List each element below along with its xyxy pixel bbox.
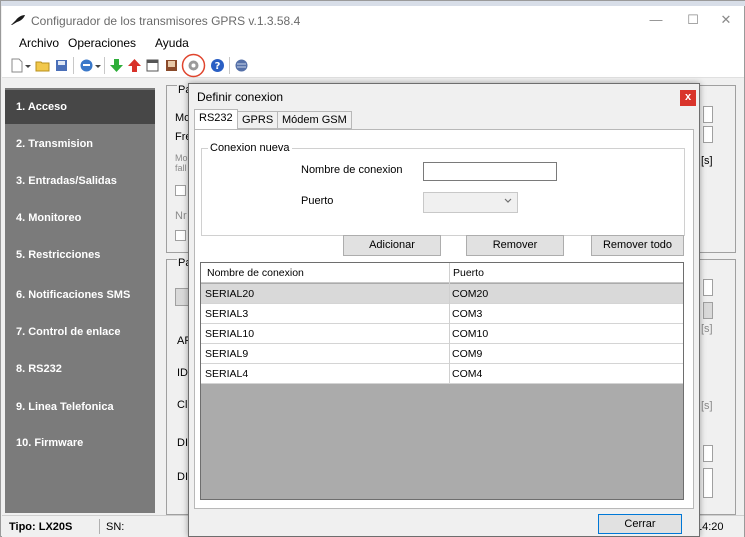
svg-text:?: ? xyxy=(215,61,221,72)
label-fragment-di1: DI xyxy=(177,437,188,449)
sidebar-item-entradas-salidas[interactable]: 3. Entradas/Salidas xyxy=(5,164,155,198)
tab-modem-gsm[interactable]: Módem GSM xyxy=(277,111,352,129)
table-row[interactable]: SERIAL9 COM9 xyxy=(201,344,683,364)
toolbar-separator-3 xyxy=(229,57,230,74)
table-cell-name: SERIAL3 xyxy=(205,308,249,320)
toolbar-separator-2 xyxy=(104,57,105,74)
port-label: Puerto xyxy=(301,195,334,207)
save-icon[interactable] xyxy=(54,58,69,73)
tab-gprs[interactable]: GPRS xyxy=(237,111,279,129)
sidebar-item-restricciones[interactable]: 5. Restricciones xyxy=(5,238,155,272)
serial-number: SN: xyxy=(106,521,125,533)
table-row[interactable]: SERIAL20 COM20 xyxy=(201,284,683,304)
menu-ayuda[interactable]: Ayuda xyxy=(155,36,189,50)
close-window-button[interactable]: ✕ xyxy=(710,10,742,30)
maximize-button[interactable]: ☐ xyxy=(677,10,709,30)
new-connection-group: Conexion nueva Nombre de conexion Puerto xyxy=(201,142,685,236)
bg-input-fragment-1[interactable] xyxy=(703,106,713,123)
window-title: Configurador de los transmisores GPRS v.… xyxy=(31,14,301,28)
table-cell-port: COM10 xyxy=(452,328,489,340)
bg-input-fragment-3[interactable] xyxy=(703,279,713,296)
column-header-port[interactable]: Puerto xyxy=(453,267,484,279)
connect-icon[interactable] xyxy=(79,58,94,73)
definir-conexion-dialog: Definir conexion x RS232 GPRS Módem GSM … xyxy=(188,83,700,537)
download-arrow-icon[interactable] xyxy=(109,58,124,73)
help-icon[interactable]: ? xyxy=(210,58,225,73)
table-cell-port: COM9 xyxy=(452,348,483,360)
label-fragment-di2: DI xyxy=(177,471,188,483)
device-type: Tipo: LX20S xyxy=(9,521,73,533)
group-title: Conexion nueva xyxy=(208,142,292,154)
label-fragment-fall: fall xyxy=(175,163,187,173)
sidebar-item-control-enlace[interactable]: 7. Control de enlace xyxy=(5,315,155,349)
bg-input-fragment-6[interactable] xyxy=(703,468,713,498)
unit-seconds-1: [s] xyxy=(701,155,713,167)
tab-panel-rs232: Conexion nueva Nombre de conexion Puerto… xyxy=(194,129,694,509)
new-file-icon[interactable] xyxy=(9,58,24,73)
table-header: Nombre de conexion Puerto xyxy=(201,263,683,283)
checkbox-bg-1[interactable] xyxy=(175,185,186,196)
connection-name-input[interactable] xyxy=(423,162,557,181)
status-time: 14:20 xyxy=(696,521,724,533)
dialog-title: Definir conexion xyxy=(197,90,284,104)
remove-button[interactable]: Remover xyxy=(466,235,564,256)
sidebar-item-rs232[interactable]: 8. RS232 xyxy=(5,352,155,386)
table-cell-port: COM4 xyxy=(452,368,483,380)
menu-operaciones[interactable]: Operaciones xyxy=(68,36,136,50)
toolbar: ? xyxy=(2,53,744,78)
sidebar-item-transmision[interactable]: 2. Transmision xyxy=(5,127,155,161)
dialog-close-button[interactable]: x xyxy=(680,90,696,106)
sidebar-item-linea-telefonica[interactable]: 9. Linea Telefonica xyxy=(5,390,155,424)
checkbox-bg-2[interactable] xyxy=(175,230,186,241)
sidebar: 1. Acceso 2. Transmision 3. Entradas/Sal… xyxy=(5,88,155,513)
feather-icon xyxy=(11,15,25,25)
port-select[interactable] xyxy=(423,192,518,213)
table-row[interactable]: SERIAL3 COM3 xyxy=(201,304,683,324)
minimize-button[interactable]: — xyxy=(640,10,672,30)
book-icon[interactable] xyxy=(164,58,179,73)
table-cell-port: COM3 xyxy=(452,308,483,320)
table-cell-name: SERIAL4 xyxy=(205,368,249,380)
sidebar-item-monitoreo[interactable]: 4. Monitoreo xyxy=(5,201,155,235)
chevron-down-icon xyxy=(504,198,512,203)
table-row[interactable]: SERIAL10 COM10 xyxy=(201,324,683,344)
menu-archivo[interactable]: Archivo xyxy=(19,36,59,50)
table-cell-port: COM20 xyxy=(452,288,489,300)
menu-bar: Archivo Operaciones Ayuda xyxy=(2,34,744,53)
remove-all-button[interactable]: Remover todo xyxy=(591,235,684,256)
column-divider xyxy=(449,263,450,383)
toolbar-separator xyxy=(73,57,74,74)
status-separator xyxy=(99,519,100,534)
bg-input-fragment-5[interactable] xyxy=(703,445,713,462)
upload-arrow-icon[interactable] xyxy=(127,58,142,73)
bg-input-fragment-4[interactable] xyxy=(703,302,713,319)
title-bar: Configurador de los transmisores GPRS v.… xyxy=(2,6,744,34)
table-row[interactable]: SERIAL4 COM4 xyxy=(201,364,683,384)
name-label: Nombre de conexion xyxy=(301,164,403,176)
label-fragment-mo2: Mo xyxy=(175,153,188,163)
dropdown-arrow-icon[interactable] xyxy=(24,58,32,73)
add-button[interactable]: Adicionar xyxy=(343,235,441,256)
label-fragment-id: ID xyxy=(177,367,188,379)
sidebar-item-notificaciones-sms[interactable]: 6. Notificaciones SMS xyxy=(5,278,155,312)
unit-seconds-2: [s] xyxy=(701,323,713,335)
tab-rs232[interactable]: RS232 xyxy=(194,109,238,130)
table-cell-name: SERIAL9 xyxy=(205,348,249,360)
label-fragment-nr: Nr xyxy=(175,210,187,222)
open-folder-icon[interactable] xyxy=(35,58,50,73)
cerrar-button[interactable]: Cerrar xyxy=(598,514,682,534)
column-header-name[interactable]: Nombre de conexion xyxy=(207,267,304,279)
table-cell-name: SERIAL10 xyxy=(205,328,255,340)
connections-table: Nombre de conexion Puerto SERIAL20 COM20… xyxy=(200,262,684,500)
dropdown-arrow-icon-2[interactable] xyxy=(94,58,102,73)
sidebar-item-acceso[interactable]: 1. Acceso xyxy=(5,90,155,124)
unit-seconds-3: [s] xyxy=(701,400,713,412)
globe-icon[interactable] xyxy=(234,58,249,73)
table-cell-name: SERIAL20 xyxy=(205,288,255,300)
label-fragment-cl: Cl xyxy=(177,399,188,411)
calendar-icon[interactable] xyxy=(145,58,160,73)
bg-input-fragment-2[interactable] xyxy=(703,126,713,143)
sidebar-item-firmware[interactable]: 10. Firmware xyxy=(5,426,155,460)
settings-gear-icon[interactable] xyxy=(181,53,206,78)
